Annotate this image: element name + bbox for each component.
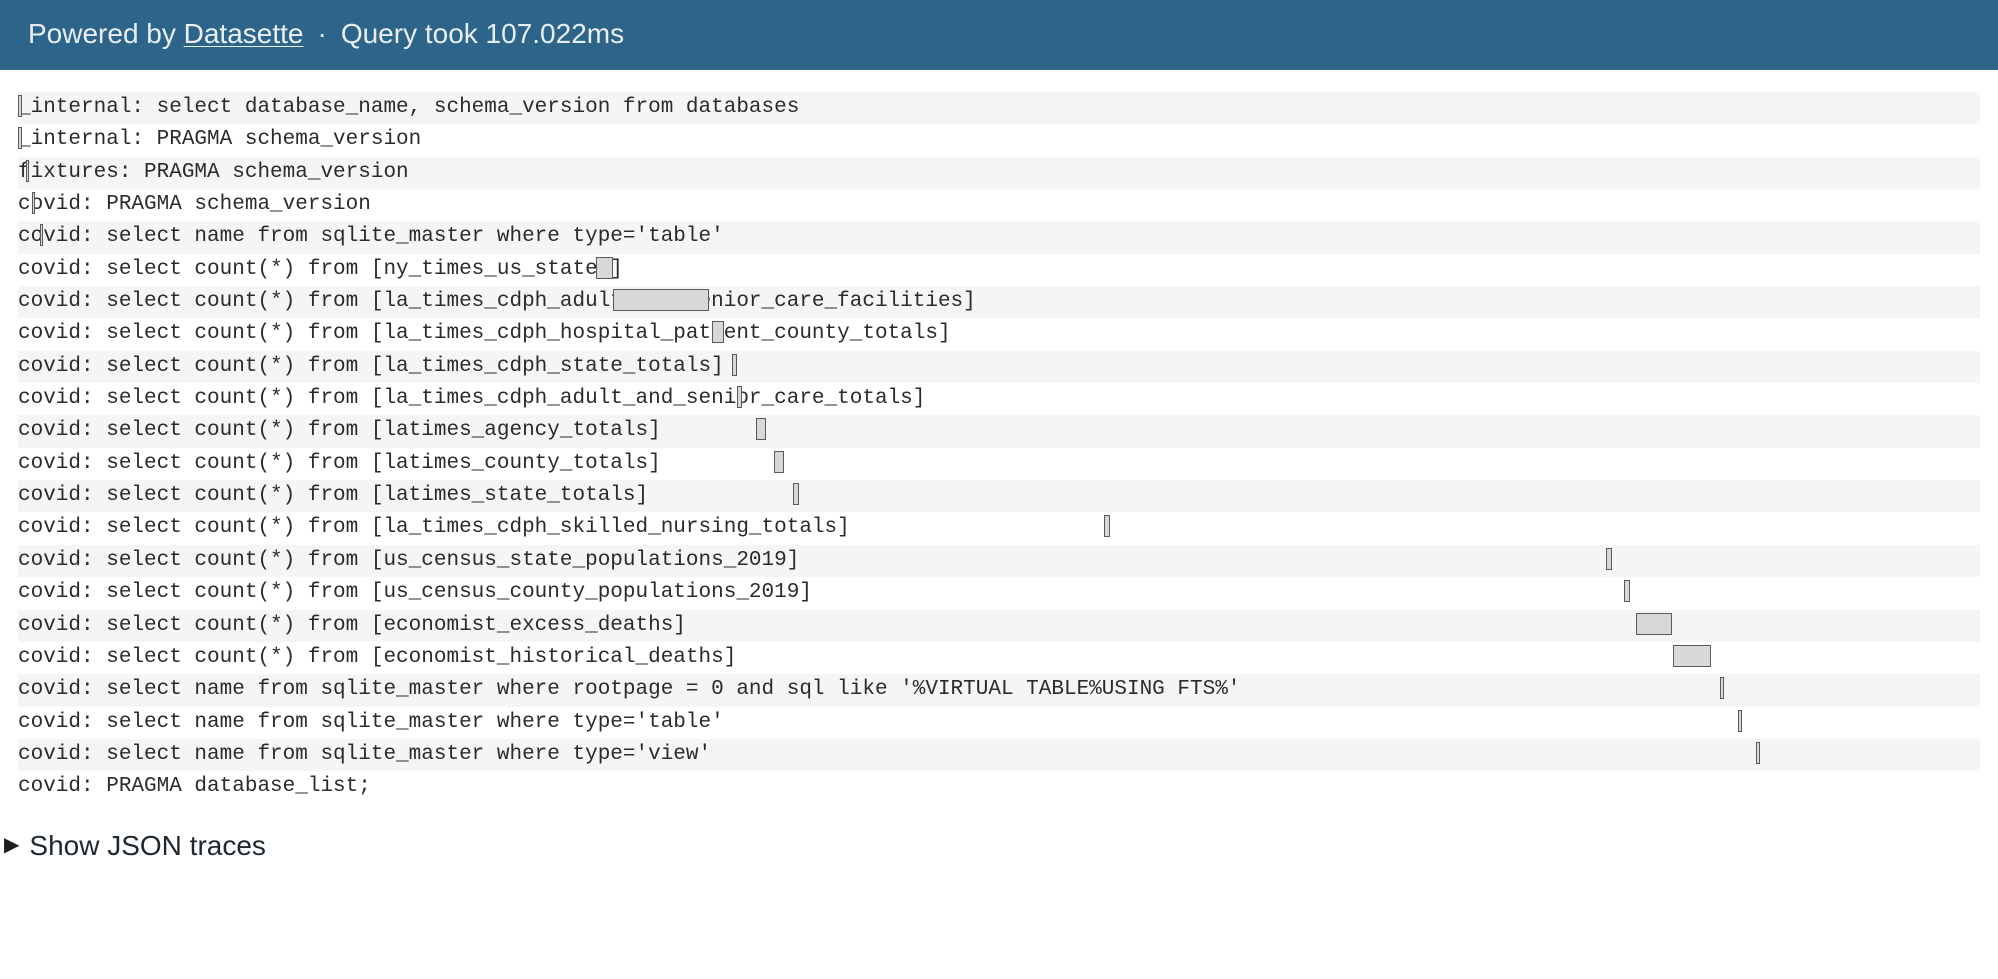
trace-text: covid: select name from sqlite_master wh…	[18, 711, 724, 734]
trace-text: covid: select name from sqlite_master wh…	[18, 225, 724, 248]
powered-by-text: Powered by Datasette	[28, 18, 304, 50]
trace-row: covid: select count(*) from [latimes_cou…	[18, 448, 1980, 480]
trace-duration-bar	[613, 289, 709, 311]
trace-row: covid: select name from sqlite_master wh…	[18, 739, 1980, 771]
trace-duration-bar	[18, 95, 22, 117]
trace-duration-bar	[1720, 677, 1724, 699]
trace-duration-bar	[1606, 548, 1612, 570]
trace-text: covid: select count(*) from [latimes_cou…	[18, 452, 661, 475]
trace-row: covid: select count(*) from [ny_times_us…	[18, 254, 1980, 286]
powered-by-prefix: Powered by	[28, 18, 184, 49]
trace-text: fixtures: PRAGMA schema_version	[18, 161, 409, 184]
trace-row: covid: select count(*) from [la_times_cd…	[18, 383, 1980, 415]
trace-text: _internal: select database_name, schema_…	[18, 96, 799, 119]
trace-list: _internal: select database_name, schema_…	[18, 92, 1980, 804]
trace-text: covid: select name from sqlite_master wh…	[18, 678, 1240, 701]
trace-text: covid: select name from sqlite_master wh…	[18, 743, 711, 766]
trace-text: covid: select count(*) from [latimes_age…	[18, 419, 661, 442]
trace-text: covid: select count(*) from [latimes_sta…	[18, 484, 648, 507]
trace-row: covid: select count(*) from [la_times_cd…	[18, 318, 1980, 350]
trace-duration-bar	[756, 418, 766, 440]
trace-duration-bar	[712, 321, 724, 343]
disclosure-triangle-icon: ▶	[4, 832, 19, 857]
trace-row: covid: select count(*) from [la_times_cd…	[18, 512, 1980, 544]
show-json-traces-toggle[interactable]: ▶ Show JSON traces	[4, 830, 1994, 862]
trace-text: covid: select count(*) from [la_times_cd…	[18, 322, 951, 345]
trace-row: covid: select name from sqlite_master wh…	[18, 674, 1980, 706]
show-json-traces-label: Show JSON traces	[29, 830, 266, 862]
trace-duration-bar	[40, 224, 43, 246]
footer-header-bar: Powered by Datasette · Query took 107.02…	[0, 0, 1998, 70]
trace-duration-bar	[26, 160, 29, 182]
trace-text: covid: select count(*) from [la_times_cd…	[18, 290, 976, 313]
trace-row: covid: select name from sqlite_master wh…	[18, 221, 1980, 253]
trace-duration-bar	[793, 483, 799, 505]
trace-text: covid: select count(*) from [economist_e…	[18, 614, 686, 637]
trace-row: covid: select count(*) from [la_times_cd…	[18, 351, 1980, 383]
trace-text: covid: select count(*) from [la_times_cd…	[18, 387, 925, 410]
trace-duration-bar	[737, 386, 742, 408]
trace-duration-bar	[1104, 515, 1110, 537]
trace-duration-bar	[18, 127, 22, 149]
trace-row: covid: select count(*) from [latimes_sta…	[18, 480, 1980, 512]
trace-row: _internal: PRAGMA schema_version	[18, 124, 1980, 156]
trace-text: covid: PRAGMA database_list;	[18, 775, 371, 798]
trace-row: covid: select count(*) from [economist_h…	[18, 642, 1980, 674]
trace-duration-bar	[1756, 742, 1760, 764]
trace-row: fixtures: PRAGMA schema_version	[18, 157, 1980, 189]
separator-dot: ·	[318, 18, 327, 50]
trace-row: covid: select count(*) from [latimes_age…	[18, 415, 1980, 447]
trace-text: covid: select count(*) from [us_census_c…	[18, 581, 812, 604]
trace-row: covid: select count(*) from [economist_e…	[18, 610, 1980, 642]
trace-text: covid: PRAGMA schema_version	[18, 193, 371, 216]
trace-duration-bar	[32, 192, 35, 214]
trace-duration-bar	[1673, 645, 1711, 667]
trace-row: covid: select count(*) from [us_census_c…	[18, 577, 1980, 609]
trace-text: _internal: PRAGMA schema_version	[18, 128, 421, 151]
trace-duration-bar	[1738, 710, 1742, 732]
datasette-link[interactable]: Datasette	[184, 18, 304, 49]
trace-duration-bar	[1624, 580, 1630, 602]
trace-text: covid: select count(*) from [la_times_cd…	[18, 516, 850, 539]
trace-text: covid: select count(*) from [us_census_s…	[18, 549, 799, 572]
trace-row: _internal: select database_name, schema_…	[18, 92, 1980, 124]
trace-row: covid: select count(*) from [la_times_cd…	[18, 286, 1980, 318]
trace-duration-bar	[1636, 613, 1672, 635]
trace-text: covid: select count(*) from [ny_times_us…	[18, 258, 623, 281]
query-time-text: Query took 107.022ms	[341, 18, 624, 50]
trace-duration-bar	[596, 257, 613, 279]
trace-duration-bar	[774, 451, 784, 473]
trace-duration-bar	[732, 354, 737, 376]
trace-row: covid: select name from sqlite_master wh…	[18, 707, 1980, 739]
trace-row: covid: PRAGMA schema_version	[18, 189, 1980, 221]
trace-row: covid: PRAGMA database_list;	[18, 771, 1980, 803]
trace-row: covid: select count(*) from [us_census_s…	[18, 545, 1980, 577]
trace-text: covid: select count(*) from [la_times_cd…	[18, 355, 724, 378]
trace-text: covid: select count(*) from [economist_h…	[18, 646, 736, 669]
